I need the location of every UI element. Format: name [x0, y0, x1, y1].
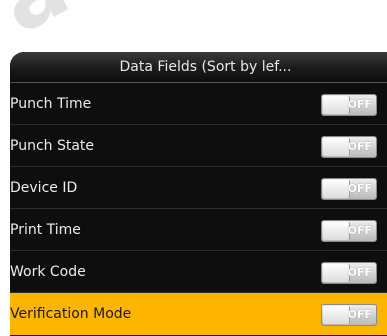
list-item-punch-time[interactable]: Punch Time OFF: [10, 83, 387, 125]
verification-mode-toggle[interactable]: OFF: [321, 304, 377, 326]
list-item-label: Punch Time: [10, 96, 92, 112]
watermark: ava: [0, 0, 193, 54]
list-item-verification-mode[interactable]: Verification Mode OFF: [10, 293, 387, 335]
toggle-state-text: OFF: [347, 182, 372, 195]
device-id-toggle[interactable]: OFF: [321, 178, 377, 200]
list-item-label: Work Code: [10, 264, 86, 280]
work-code-toggle[interactable]: OFF: [321, 262, 377, 284]
list-item-label: Verification Mode: [10, 306, 132, 322]
toggle-knob: [323, 222, 350, 240]
toggle-state-text: OFF: [347, 98, 372, 111]
toggle-knob: [323, 306, 350, 324]
list-item-label: Print Time: [10, 222, 81, 238]
device-screen: Data Fields (Sort by lef... Punch Time O…: [10, 52, 387, 336]
list-item-print-time[interactable]: Print Time OFF: [10, 209, 387, 251]
toggle-state-text: OFF: [347, 140, 372, 153]
toggle-knob: [323, 264, 350, 282]
toggle-knob: [323, 96, 350, 114]
list-item-device-id[interactable]: Device ID OFF: [10, 167, 387, 209]
toggle-knob: [323, 180, 350, 198]
print-time-toggle[interactable]: OFF: [321, 220, 377, 242]
page-title: Data Fields (Sort by lef...: [119, 59, 292, 75]
list-item-punch-state[interactable]: Punch State OFF: [10, 125, 387, 167]
toggle-state-text: OFF: [347, 308, 372, 321]
toggle-state-text: OFF: [347, 224, 372, 237]
toggle-state-text: OFF: [347, 266, 372, 279]
punch-time-toggle[interactable]: OFF: [321, 94, 377, 116]
list-item-work-code[interactable]: Work Code OFF: [10, 251, 387, 293]
screen-header: Data Fields (Sort by lef...: [10, 52, 387, 83]
list-item-label: Punch State: [10, 138, 95, 154]
list-item-label: Device ID: [10, 180, 78, 196]
toggle-knob: [323, 138, 350, 156]
page: ava Data Fields (Sort by lef... Punch Ti…: [0, 0, 387, 336]
punch-state-toggle[interactable]: OFF: [321, 136, 377, 158]
